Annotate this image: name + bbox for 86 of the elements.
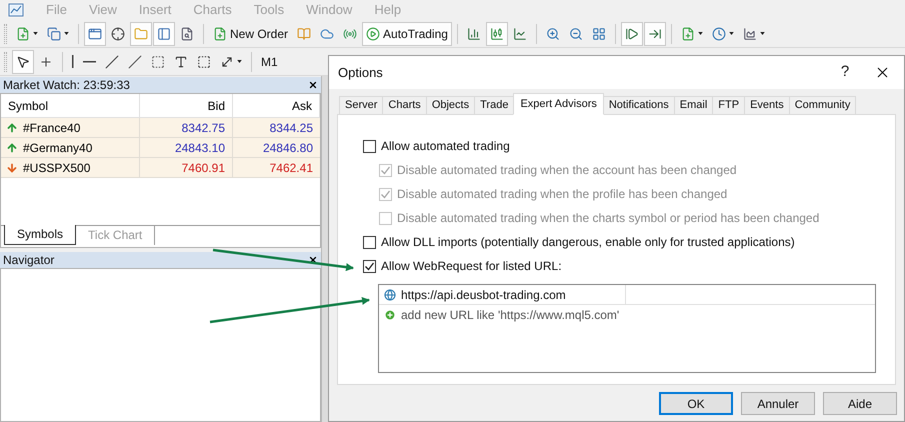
dialog-tab[interactable]: Community — [788, 96, 856, 115]
panel-tab[interactable]: Symbols — [4, 224, 76, 244]
table-cell-text: #USSPX500 — [23, 160, 90, 176]
document-plus-icon — [16, 26, 30, 40]
checkbox-label: Disable automated trading when the account has been changed — [397, 162, 737, 179]
area-chart-icon — [742, 26, 757, 40]
line-chart-icon — [512, 26, 527, 40]
caret-icon — [64, 32, 69, 35]
app-icon — [8, 3, 24, 17]
caret-icon — [760, 32, 765, 35]
table-cell: 8342.75 — [140, 118, 233, 137]
grid-icon — [592, 26, 606, 40]
list-row[interactable]: https://api.deusbot-trading.com — [379, 285, 875, 305]
table-cell: 7460.91 — [140, 158, 233, 177]
windows-icon — [47, 26, 61, 40]
cross-icon — [39, 54, 53, 68]
clock-icon — [712, 26, 726, 40]
panel-title: Navigator — [3, 252, 54, 268]
document-plus-icon — [213, 26, 227, 40]
window-title: Options — [338, 64, 384, 82]
table-cell-text: 8344.25 — [268, 120, 314, 136]
dialog-button[interactable]: OK — [659, 392, 733, 415]
book-icon — [297, 26, 312, 40]
globe-icon — [384, 288, 396, 300]
table-row[interactable]: #France40 8342.75 8344.25 — [1, 118, 320, 138]
panel-icon — [157, 26, 171, 40]
column-header[interactable]: Ask — [233, 94, 320, 117]
checkbox-label: Allow automated trading — [381, 138, 510, 155]
table-cell-text: 24846.80 — [262, 140, 314, 156]
checkbox[interactable] — [363, 236, 376, 248]
checkbox-label: Disable automated trading when the profile has been changed — [397, 186, 728, 203]
table-row[interactable]: #USSPX500 7460.91 7462.41 — [1, 158, 320, 178]
table-cell-text: #France40 — [23, 120, 80, 136]
panel-title: Market Watch: 23:59:33 — [3, 77, 130, 94]
table-cell-text: 7462.41 — [268, 160, 314, 176]
close-icon[interactable] — [308, 80, 318, 90]
plus-icon — [384, 309, 396, 321]
chart-window-icon — [88, 26, 102, 40]
horizontal-line-icon — [83, 60, 96, 62]
folder-icon — [134, 26, 148, 40]
caret-icon — [33, 32, 38, 35]
caret-icon — [698, 32, 703, 35]
checkbox-label: Allow WebRequest for listed URL: — [381, 258, 562, 275]
table-row[interactable]: #Germany40 24843.10 24846.80 — [1, 138, 320, 158]
table-cell: 24843.10 — [140, 138, 233, 157]
dialog-tab[interactable]: Expert Advisors — [513, 93, 604, 115]
arrow-to-line-icon — [648, 26, 662, 40]
toolbar-button[interactable] — [644, 22, 666, 46]
document-search-icon — [180, 26, 194, 40]
zoom-in-icon — [546, 26, 560, 40]
column-header[interactable]: Symbol — [1, 94, 140, 117]
table-cell-text: #Germany40 — [23, 140, 92, 156]
checkbox-label: Allow DLL imports (potentially dangerous, enable only for trusted applications) — [381, 234, 795, 251]
document-plus-icon — [680, 26, 695, 40]
close-icon[interactable] — [308, 254, 318, 264]
dialog-button[interactable]: Annuler — [741, 392, 815, 415]
add-row[interactable]: add new URL like 'https://www.mql5.com' — [379, 305, 875, 325]
trend-line-icon — [105, 54, 119, 68]
toolbar-button[interactable]: M1 — [257, 50, 282, 74]
toolbar-button[interactable]: New Order — [209, 22, 292, 46]
toolbar-button[interactable] — [12, 50, 34, 74]
checkbox[interactable] — [363, 140, 376, 152]
play-icon — [366, 26, 380, 40]
text-tool-icon — [174, 54, 188, 68]
bar-chart-icon — [466, 26, 481, 40]
caret-icon — [237, 60, 242, 63]
candlestick-icon — [490, 26, 504, 40]
hint-text: add new URL like 'https://www.mql5.com' — [401, 307, 620, 324]
zoom-out-icon — [568, 26, 583, 40]
column-header[interactable]: Bid — [140, 94, 233, 117]
toolbar-button[interactable]: AutoTrading — [362, 22, 452, 46]
checkbox[interactable] — [363, 260, 376, 272]
cloud-icon — [320, 26, 334, 40]
crosshair-icon — [111, 26, 125, 40]
dialog-tab[interactable]: Server — [339, 96, 384, 115]
cursor-icon — [16, 54, 30, 68]
dialog-button[interactable]: Aide — [823, 392, 897, 415]
vertical-line-icon — [72, 55, 74, 68]
url-text: https://api.deusbot-trading.com — [401, 286, 566, 304]
checkbox-label: Disable automated trading when the charts symbol or period has been changed — [397, 210, 820, 227]
help-button[interactable]: ? — [830, 61, 860, 84]
radio-icon — [343, 26, 358, 40]
arrows-icon — [220, 54, 234, 68]
caret-icon — [728, 32, 734, 35]
step-forward-icon — [624, 26, 639, 40]
toolbar-button[interactable] — [620, 22, 643, 46]
